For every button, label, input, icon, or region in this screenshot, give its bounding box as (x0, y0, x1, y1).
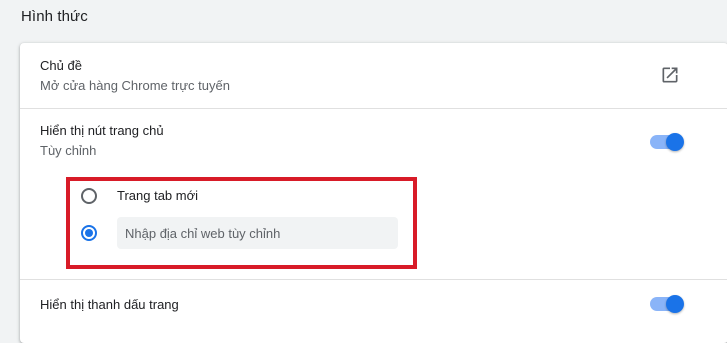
custom-url-input[interactable] (117, 217, 398, 249)
radio-custom-url[interactable] (81, 225, 97, 241)
home-button-title: Hiển thị nút trang chủ (40, 123, 164, 138)
home-button-row: Hiển thị nút trang chủ Tùy chỉnh Trang t… (20, 108, 727, 279)
home-button-subtitle: Tùy chỉnh (40, 143, 97, 158)
radio-option-new-tab[interactable]: Trang tab mới (68, 176, 404, 216)
toggle-knob (666, 133, 684, 151)
open-in-new-icon[interactable] (660, 65, 680, 85)
bookmarks-bar-row: Hiển thị thanh dấu trang (20, 279, 727, 343)
appearance-card: Chủ đề Mở cửa hàng Chrome trực tuyến Hiể… (20, 43, 727, 343)
bookmarks-bar-title: Hiển thị thanh dấu trang (40, 297, 179, 312)
toggle-knob (666, 295, 684, 313)
home-page-radio-group: Trang tab mới (68, 176, 404, 262)
home-button-toggle[interactable] (650, 132, 684, 152)
appearance-section-title: Hình thức (21, 8, 88, 25)
theme-subtitle: Mở cửa hàng Chrome trực tuyến (40, 78, 230, 93)
radio-new-tab-label[interactable]: Trang tab mới (117, 188, 198, 203)
radio-new-tab[interactable] (81, 188, 97, 204)
theme-title: Chủ đề (40, 58, 82, 73)
bookmarks-bar-toggle[interactable] (650, 294, 684, 314)
theme-row[interactable]: Chủ đề Mở cửa hàng Chrome trực tuyến (20, 43, 727, 108)
